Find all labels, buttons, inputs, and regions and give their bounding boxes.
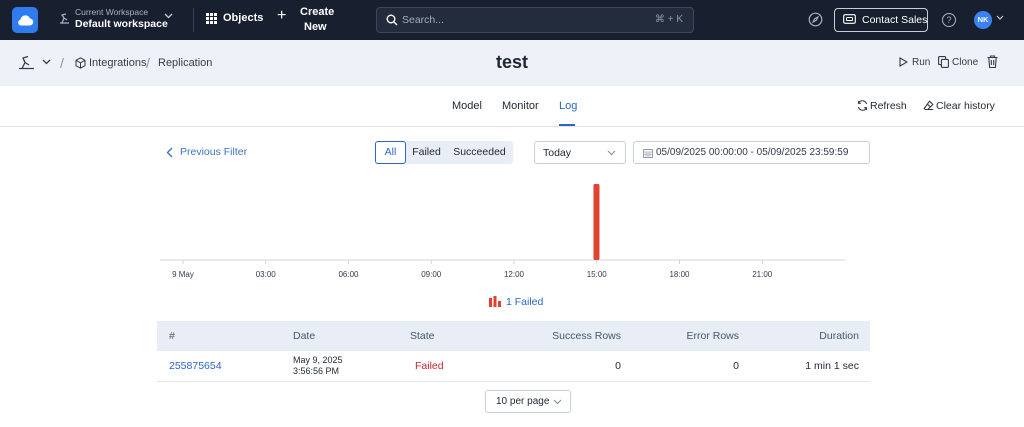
chevron-down-icon xyxy=(164,13,173,19)
contact-sales-button[interactable]: Contact Sales xyxy=(834,8,928,32)
contact-sales-label: Contact Sales xyxy=(862,14,928,26)
chart-bar-failed[interactable] xyxy=(593,184,600,260)
chevron-left-icon xyxy=(166,147,173,158)
run-id-link[interactable]: 255875654 xyxy=(169,360,222,372)
column-header-error-rows: Error Rows xyxy=(686,330,739,342)
run-date: May 9, 2025 xyxy=(293,355,343,365)
compass-icon[interactable] xyxy=(808,12,823,27)
search-icon xyxy=(386,14,398,26)
search-input[interactable]: Search... ⌘ + K xyxy=(376,7,694,33)
column-header-id: # xyxy=(169,330,175,342)
tab-model[interactable]: Model xyxy=(452,100,482,112)
x-tick-label: 09:00 xyxy=(421,270,442,279)
page-title: test xyxy=(495,52,528,72)
top-navbar: Current Workspace Default workspace Obje… xyxy=(0,0,1024,40)
x-tick-label: 06:00 xyxy=(338,270,359,279)
column-header-date: Date xyxy=(293,330,316,342)
date-range-value: 05/09/2025 00:00:00 - 05/09/2025 23:59:5… xyxy=(656,147,849,158)
eraser-icon xyxy=(923,100,934,111)
x-tick-label: 03:00 xyxy=(256,270,277,279)
previous-filter-label: Previous Filter xyxy=(180,146,248,158)
workspace-icon xyxy=(60,13,69,24)
run-duration: 1 min 1 sec xyxy=(805,360,859,372)
refresh-icon xyxy=(857,100,868,111)
chevron-down-icon xyxy=(553,399,562,405)
run-success-rows: 0 xyxy=(615,360,621,372)
x-tick-label: 21:00 xyxy=(752,270,773,279)
plus-icon: + xyxy=(277,7,287,24)
filter-all-button[interactable]: All xyxy=(375,141,406,164)
clone-label: Clone xyxy=(952,57,979,68)
filter-succeeded-button[interactable]: Succeeded xyxy=(448,141,511,164)
status-filter: All Failed Succeeded xyxy=(375,141,513,164)
x-tick-label: 9 May xyxy=(172,270,194,279)
period-select[interactable]: Today xyxy=(534,141,626,164)
breadcrumb-bar: / Integrations / Replication test Run Cl… xyxy=(0,40,1024,86)
refresh-label: Refresh xyxy=(870,100,907,112)
objects-label: Objects xyxy=(223,12,264,24)
column-header-state: State xyxy=(410,330,435,342)
column-header-success-rows: Success Rows xyxy=(552,330,621,342)
clear-history-label: Clear history xyxy=(936,100,995,112)
cloud-icon[interactable] xyxy=(12,7,38,33)
column-header-duration: Duration xyxy=(819,330,859,342)
x-tick-label: 15:00 xyxy=(587,270,608,279)
x-tick-label: 18:00 xyxy=(669,270,690,279)
workspace-name: Default workspace xyxy=(75,18,168,30)
grid-icon xyxy=(206,13,217,24)
copy-icon xyxy=(938,56,949,68)
table-header: # Date State Success Rows Error Rows Dur… xyxy=(157,321,870,351)
chevron-down-icon xyxy=(607,150,616,156)
run-label: Run xyxy=(912,57,931,68)
per-page-value: 10 per page xyxy=(496,396,550,407)
tab-monitor[interactable]: Monitor xyxy=(502,100,539,112)
filter-failed-button[interactable]: Failed xyxy=(408,141,445,164)
run-state: Failed xyxy=(415,360,444,372)
per-page-select[interactable]: 10 per page xyxy=(485,390,571,413)
trash-icon[interactable] xyxy=(987,55,998,68)
chevron-down-icon[interactable] xyxy=(996,15,1004,20)
new-label: New xyxy=(304,21,327,33)
runs-bar-chart: 9 May 03:00 06:00 09:00 12:00 15:00 18:00 21:00 xyxy=(160,184,845,279)
active-tab-indicator xyxy=(559,124,575,126)
run-error-rows: 0 xyxy=(733,360,739,372)
tab-log[interactable]: Log xyxy=(559,100,577,112)
x-tick-label: 12:00 xyxy=(504,270,525,279)
chat-icon xyxy=(843,14,856,24)
run-time: 3:56:56 PM xyxy=(293,366,340,376)
search-shortcut: ⌘ + K xyxy=(654,14,683,25)
play-icon xyxy=(899,57,908,67)
period-value: Today xyxy=(543,147,572,159)
tab-bar: Model Monitor Log Refresh Clear history xyxy=(0,86,1024,127)
table-row[interactable]: 255875654 May 9, 2025 3:56:56 PM Failed … xyxy=(157,351,870,382)
legend-label: 1 Failed xyxy=(506,296,544,308)
bar-chart-icon xyxy=(489,296,501,307)
date-range-picker[interactable]: 05/09/2025 00:00:00 - 05/09/2025 23:59:5… xyxy=(633,141,870,164)
create-label: Create xyxy=(300,6,335,18)
workspace-label: Current Workspace xyxy=(75,7,149,17)
calendar-icon xyxy=(643,149,653,158)
help-icon[interactable]: ? xyxy=(942,13,956,27)
divider xyxy=(193,8,194,32)
avatar[interactable]: NK xyxy=(974,11,992,29)
search-placeholder: Search... xyxy=(402,14,445,26)
